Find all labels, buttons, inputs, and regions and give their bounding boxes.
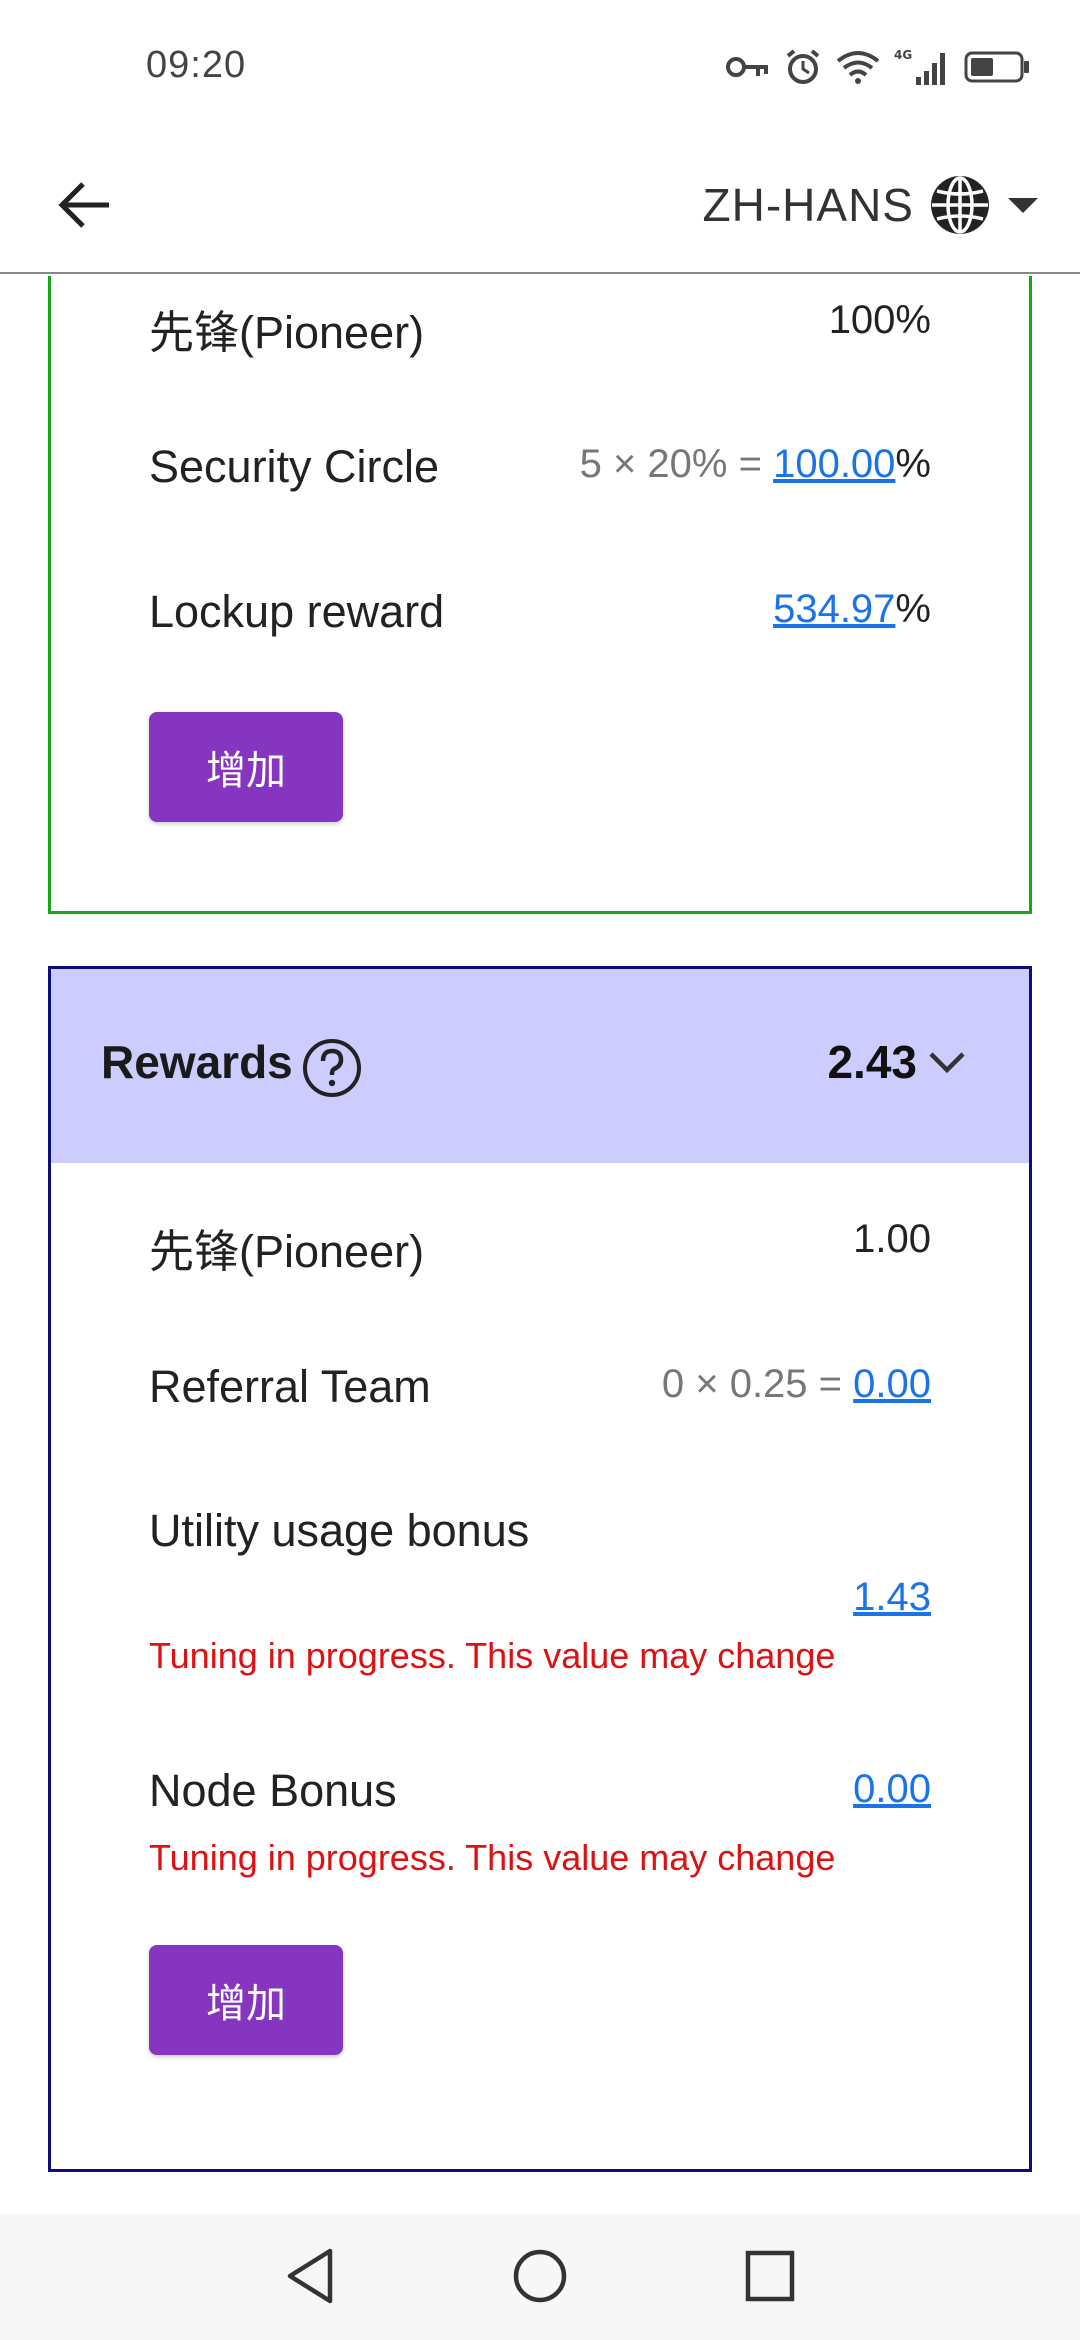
referral-team-formula: 0 × 0.25 = (661, 1362, 854, 1406)
rewards-total: 2.43 (827, 1036, 917, 1088)
node-bonus-warning: Tuning in progress. This value may chang… (149, 1837, 836, 1878)
lockup-reward-link[interactable]: 534.97 (773, 587, 895, 631)
security-circle-formula: 5 × 20% = (579, 442, 774, 486)
chevron-down-icon[interactable] (927, 1049, 967, 1075)
alarm-icon (786, 49, 820, 84)
security-circle-label: Security Circle (149, 441, 440, 492)
nav-home-icon[interactable] (512, 2247, 568, 2305)
battery-icon (964, 51, 1029, 83)
security-circle-link[interactable]: 100.00 (773, 442, 895, 486)
referral-team-value: 0 × 0.25 = 0.00 (662, 1362, 931, 1407)
rewards-pioneer-label: 先锋(Pioneer) (149, 1226, 425, 1277)
system-nav-bar (0, 2214, 1080, 2340)
rewards-card: Rewards 2.43 先锋(Pioneer) 1.00 Referral T… (48, 966, 1032, 2172)
lockup-reward-label: Lockup reward (149, 586, 445, 637)
status-bar: 09:20 4G (0, 0, 1080, 136)
referral-team-link[interactable]: 0.00 (853, 1362, 931, 1406)
referral-team-label: Referral Team (149, 1361, 431, 1412)
question-circle-icon[interactable] (301, 1037, 363, 1099)
status-time: 09:20 (146, 44, 247, 86)
rewards-pioneer-value: 1.00 (853, 1217, 931, 1261)
signal-4g-icon: 4G (894, 48, 945, 85)
status-icons: 4G (726, 44, 1030, 90)
security-circle-value: 5 × 20% = 100.00% (580, 442, 931, 487)
security-circle-suffix: % (895, 442, 931, 486)
svg-text:4G: 4G (894, 48, 912, 62)
pioneer-value: 100% (828, 298, 931, 342)
nav-recents-icon[interactable] (744, 2247, 796, 2305)
mining-add-button[interactable]: 增加 (149, 712, 343, 822)
language-selector[interactable]: ZH-HANS (703, 164, 1040, 246)
mining-rate-card: 先锋(Pioneer) 100% Security Circle 5 × 20%… (48, 276, 1032, 914)
app-bar: ZH-HANS (0, 136, 1080, 274)
nav-back-icon[interactable] (284, 2247, 336, 2305)
node-bonus-label: Node Bonus (149, 1765, 397, 1816)
pioneer-label: 先锋(Pioneer) (149, 307, 425, 358)
back-button[interactable] (44, 164, 126, 246)
arrow-left-icon (58, 182, 109, 228)
key-icon (726, 57, 768, 77)
wifi-icon (836, 51, 880, 84)
caret-down-icon (1008, 198, 1038, 213)
language-label: ZH-HANS (702, 179, 914, 231)
lockup-reward-value: 534.97% (773, 587, 931, 632)
rewards-header[interactable]: Rewards 2.43 (51, 969, 1029, 1163)
utility-bonus-warning: Tuning in progress. This value may chang… (149, 1635, 836, 1676)
utility-bonus-link[interactable]: 1.43 (853, 1575, 931, 1619)
lockup-reward-suffix: % (895, 587, 931, 631)
node-bonus-link[interactable]: 0.00 (853, 1767, 931, 1811)
rewards-add-button[interactable]: 增加 (149, 1945, 343, 2055)
utility-bonus-value: 1.43 (853, 1575, 931, 1620)
rewards-title: Rewards (101, 1036, 293, 1088)
node-bonus-value: 0.00 (853, 1767, 931, 1812)
content-scroll[interactable]: 先锋(Pioneer) 100% Security Circle 5 × 20%… (0, 276, 1080, 2214)
globe-icon (931, 176, 989, 234)
utility-bonus-label: Utility usage bonus (149, 1505, 530, 1556)
